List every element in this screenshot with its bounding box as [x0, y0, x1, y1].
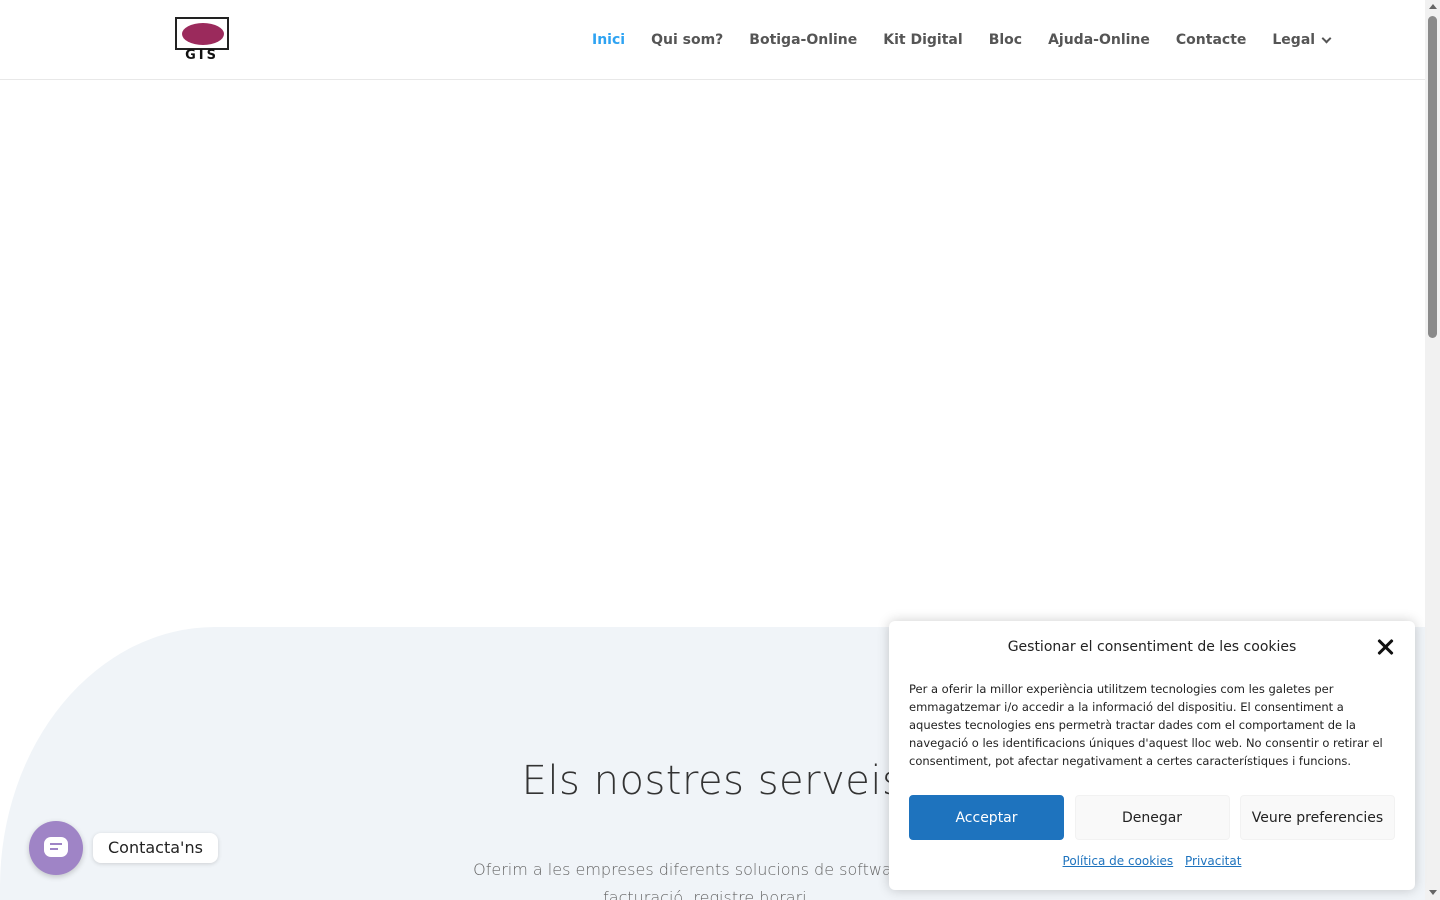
- view-preferences-button[interactable]: Veure preferencies: [1240, 795, 1395, 840]
- cookie-dialog-title: Gestionar el consentiment de les cookies: [1007, 639, 1297, 655]
- cookie-dialog-text: Per a oferir la millor experiència utili…: [909, 682, 1383, 768]
- nav-item-qui-som[interactable]: Qui som?: [651, 31, 723, 49]
- nav-item-inici[interactable]: Inici: [592, 31, 625, 49]
- privacy-link[interactable]: Privacitat: [1185, 854, 1241, 868]
- nav-item-contacte[interactable]: Contacte: [1176, 31, 1247, 49]
- nav-item-botiga-online[interactable]: Botiga-Online: [749, 31, 857, 49]
- logo-text: GIS: [185, 48, 219, 63]
- scroll-down-arrow-icon[interactable]: [1429, 890, 1437, 895]
- chat-icon: [44, 837, 68, 857]
- nav-item-bloc[interactable]: Bloc: [989, 31, 1022, 49]
- logo-oval-icon: [182, 23, 224, 45]
- site-logo[interactable]: GIS: [175, 17, 229, 63]
- nav-item-ajuda-online[interactable]: Ajuda-Online: [1048, 31, 1150, 49]
- page-scrollbar[interactable]: [1425, 0, 1440, 900]
- cookie-consent-dialog: Gestionar el consentiment de les cookies…: [889, 621, 1415, 890]
- logo-frame: [175, 17, 229, 50]
- site-header: GIS Inici Qui som? Botiga-Online Kit Dig…: [0, 0, 1425, 80]
- main-nav: Inici Qui som? Botiga-Online Kit Digital…: [592, 31, 1332, 49]
- cookie-dialog-links: Política de cookies Privacitat: [889, 854, 1415, 868]
- close-icon[interactable]: [1375, 637, 1395, 657]
- contact-widget-label[interactable]: Contacta'ns: [93, 833, 218, 863]
- cookie-button-group: Acceptar Denegar Veure preferencies: [909, 795, 1395, 840]
- nav-item-legal[interactable]: Legal: [1272, 31, 1332, 49]
- accept-cookies-button[interactable]: Acceptar: [909, 795, 1064, 840]
- chevron-down-icon: [1321, 33, 1332, 43]
- cookie-policy-link[interactable]: Política de cookies: [1063, 854, 1174, 868]
- scroll-up-arrow-icon[interactable]: [1429, 4, 1437, 9]
- nav-item-kit-digital[interactable]: Kit Digital: [883, 31, 962, 49]
- contact-widget-button[interactable]: [29, 821, 83, 875]
- deny-cookies-button[interactable]: Denegar: [1074, 795, 1230, 840]
- nav-item-legal-label: Legal: [1272, 32, 1316, 48]
- scroll-thumb[interactable]: [1428, 16, 1437, 338]
